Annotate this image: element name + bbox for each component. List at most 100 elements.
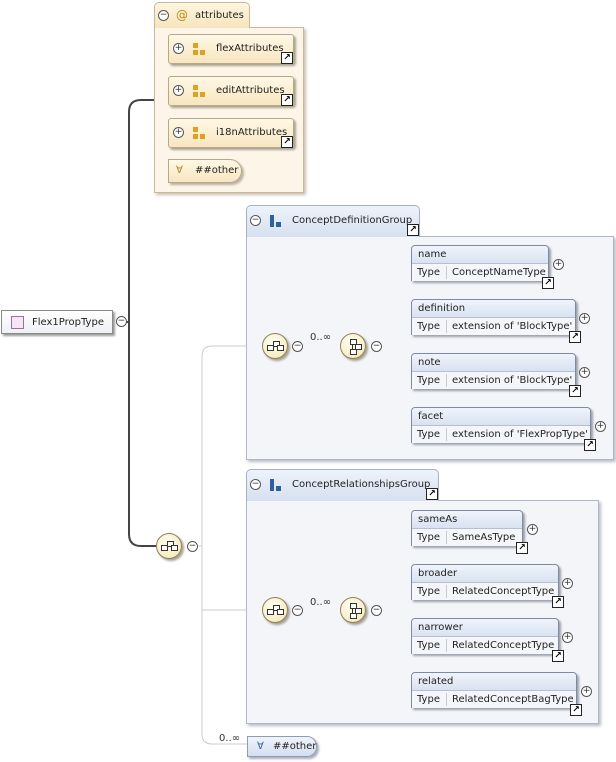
element-broader[interactable]: broader Type RelatedConceptType ↗	[411, 564, 564, 608]
attribute-group-label: flexAttributes	[216, 43, 284, 54]
any-attribute[interactable]: ∀ ##other	[168, 159, 242, 183]
root-label: Flex1PropType	[32, 316, 104, 328]
at-icon: @	[176, 8, 188, 22]
collapse-icon[interactable]: −	[371, 341, 382, 352]
expand-icon[interactable]: +	[553, 259, 564, 270]
attribute-group-icon	[193, 127, 205, 139]
expand-icon[interactable]: +	[527, 524, 538, 535]
attribute-group-label: i18nAttributes	[216, 127, 288, 138]
type-value: ConceptNameType	[452, 267, 546, 278]
expand-icon[interactable]: +	[173, 43, 184, 54]
element-note[interactable]: note Type extension of 'BlockType' ↗	[411, 353, 581, 397]
collapse-icon[interactable]: −	[292, 605, 303, 616]
group-title: ConceptRelationshipsGroup	[292, 479, 431, 490]
link-arrow-icon[interactable]: ↗	[426, 488, 438, 500]
any-icon: ∀	[176, 165, 183, 176]
sequence-icon	[267, 604, 284, 617]
expand-icon[interactable]: +	[579, 367, 590, 378]
link-arrow-icon[interactable]: ↗	[542, 277, 554, 289]
link-arrow-icon[interactable]: ↗	[569, 385, 581, 397]
element-sameas[interactable]: sameAs Type SameAsType ↗	[411, 510, 528, 554]
element-title: sameAs	[412, 511, 522, 529]
any-icon: ∀	[257, 741, 264, 752]
element-facet[interactable]: facet Type extension of 'FlexPropType' ↗	[411, 407, 596, 451]
attribute-group-i18nattributes[interactable]: + i18nAttributes ↗	[168, 118, 294, 148]
type-key: Type	[417, 267, 440, 278]
expand-icon[interactable]: +	[562, 632, 573, 643]
element-title: name	[412, 246, 548, 264]
sequence-compositor[interactable]	[262, 597, 288, 623]
element-title: related	[412, 673, 576, 691]
sequence-compositor[interactable]	[156, 533, 182, 559]
collapse-icon[interactable]: −	[292, 341, 303, 352]
type-key: Type	[417, 321, 440, 332]
expand-icon[interactable]: +	[581, 686, 592, 697]
attribute-group-label: editAttributes	[216, 85, 285, 96]
link-arrow-icon[interactable]: ↗	[281, 136, 293, 148]
occurrence-label: 0..∞	[310, 332, 332, 343]
collapse-icon[interactable]: −	[250, 479, 261, 490]
type-key: Type	[417, 429, 440, 440]
collapse-icon[interactable]: −	[158, 10, 169, 21]
link-arrow-icon[interactable]: ↗	[552, 650, 564, 662]
expand-icon[interactable]: +	[579, 313, 590, 324]
occurrence-label: 0..∞	[310, 597, 332, 608]
sequence-icon	[267, 340, 284, 353]
element-title: note	[412, 354, 575, 372]
choice-icon	[350, 603, 364, 619]
link-arrow-icon[interactable]: ↗	[584, 439, 596, 451]
attributes-title: attributes	[195, 10, 244, 21]
element-narrower[interactable]: narrower Type RelatedConceptType ↗	[411, 618, 564, 662]
link-arrow-icon[interactable]: ↗	[570, 704, 582, 716]
expand-icon[interactable]: +	[595, 421, 606, 432]
sequence-icon	[161, 540, 178, 553]
complex-type-icon	[11, 315, 24, 329]
collapse-icon[interactable]: −	[250, 215, 261, 226]
type-value: RelatedConceptType	[452, 640, 555, 651]
element-related[interactable]: related Type RelatedConceptBagType ↗	[411, 672, 582, 716]
type-value: RelatedConceptBagType	[452, 694, 574, 705]
type-key: Type	[417, 375, 440, 386]
group-title: ConceptDefinitionGroup	[292, 215, 413, 226]
type-value: extension of 'BlockType'	[452, 321, 573, 332]
concept-relationships-group-tab[interactable]: − ConceptRelationshipsGroup ↗	[246, 469, 439, 501]
choice-compositor[interactable]	[340, 333, 366, 359]
element-name[interactable]: name Type ConceptNameType ↗	[411, 245, 554, 289]
collapse-icon[interactable]: −	[116, 316, 127, 327]
attribute-group-editattributes[interactable]: + editAttributes ↗	[168, 76, 294, 106]
sequence-compositor[interactable]	[262, 333, 288, 359]
any-element-label: ##other	[273, 741, 317, 752]
link-arrow-icon[interactable]: ↗	[569, 331, 581, 343]
type-key: Type	[417, 694, 440, 705]
concept-definition-group-tab[interactable]: − ConceptDefinitionGroup ↗	[246, 205, 420, 237]
occurrence-label: 0..∞	[219, 733, 241, 744]
any-element[interactable]: ∀ ##other	[247, 736, 317, 757]
attribute-group-flexattributes[interactable]: + flexAttributes ↗	[168, 34, 294, 64]
collapse-icon[interactable]: −	[187, 541, 198, 552]
attribute-group-icon	[193, 43, 205, 55]
link-arrow-icon[interactable]: ↗	[281, 94, 293, 106]
element-title: definition	[412, 300, 575, 318]
expand-icon[interactable]: +	[562, 578, 573, 589]
model-group-icon	[270, 215, 283, 228]
any-attribute-label: ##other	[195, 165, 239, 176]
element-title: narrower	[412, 619, 558, 637]
element-definition[interactable]: definition Type extension of 'BlockType' …	[411, 299, 581, 343]
root-complex-type[interactable]: Flex1PropType	[1, 310, 113, 334]
type-key: Type	[417, 586, 440, 597]
link-arrow-icon[interactable]: ↗	[281, 52, 293, 64]
link-arrow-icon[interactable]: ↗	[552, 596, 564, 608]
element-title: broader	[412, 565, 558, 583]
expand-icon[interactable]: +	[173, 85, 184, 96]
element-title: facet	[412, 408, 590, 426]
collapse-icon[interactable]: −	[371, 605, 382, 616]
expand-icon[interactable]: +	[173, 127, 184, 138]
attributes-group-tab[interactable]: − @ attributes	[154, 2, 250, 28]
link-arrow-icon[interactable]: ↗	[516, 542, 528, 554]
choice-icon	[350, 339, 364, 355]
attribute-group-icon	[193, 85, 205, 97]
link-arrow-icon[interactable]: ↗	[407, 224, 419, 236]
type-value: RelatedConceptType	[452, 586, 555, 597]
type-key: Type	[417, 640, 440, 651]
choice-compositor[interactable]	[340, 597, 366, 623]
